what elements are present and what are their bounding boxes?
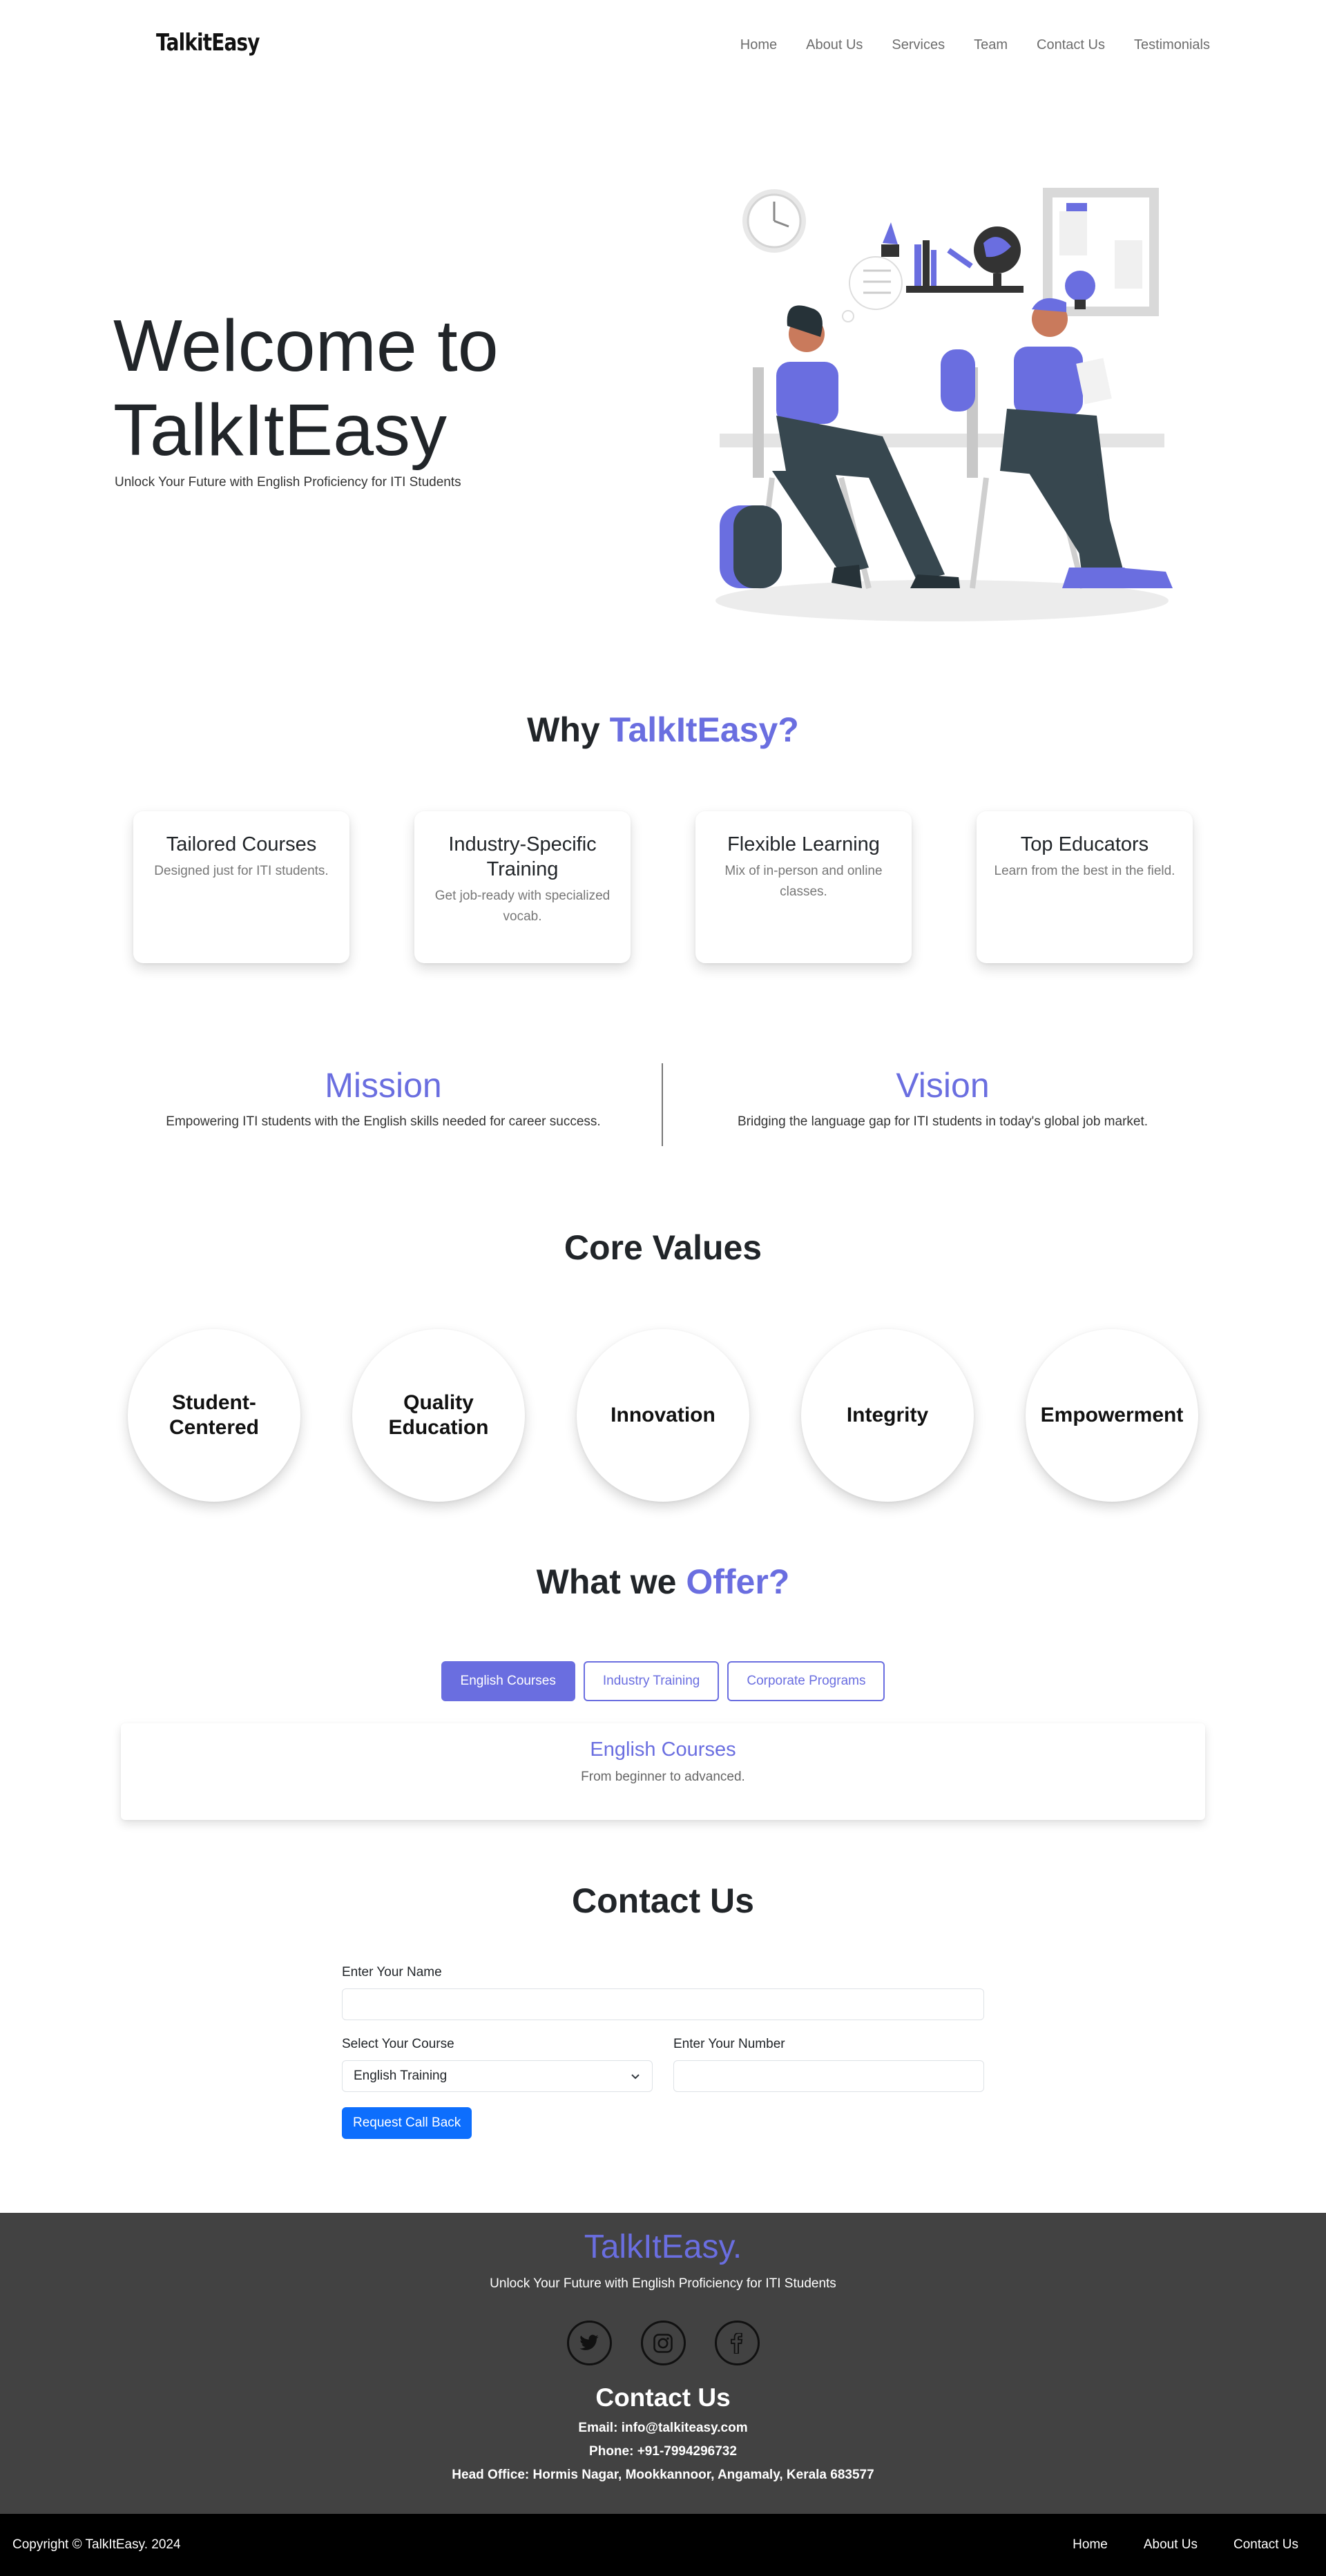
contact-form: Enter Your Name Select Your Course Engli… <box>342 1965 984 2139</box>
tab-industry-training[interactable]: Industry Training <box>583 1661 720 1701</box>
twitter-link[interactable] <box>566 2321 612 2365</box>
mission-block: Mission Empowering ITI students with the… <box>121 1062 646 1130</box>
core-value-empowerment: Empowerment <box>1026 1329 1198 1502</box>
hero-title-line1: Welcome to <box>113 305 499 387</box>
core-value-innovation: Innovation <box>577 1329 749 1502</box>
why-card-industry-specific: Industry-Specific Training Get job-ready… <box>414 811 631 963</box>
core-value-student-centered: Student-Centered <box>128 1329 300 1502</box>
why-card-text: Mix of in-person and online classes. <box>724 864 883 899</box>
offer-panel-title: English Courses <box>590 1739 736 1761</box>
hero-title: Welcome to TalkItEasy <box>113 304 638 472</box>
mission-vision-divider <box>662 1063 663 1146</box>
why-card-title: Industry-Specific Training <box>448 833 597 880</box>
navbar: TalkitEasy Home About Us Services Team C… <box>0 0 1326 93</box>
why-card-top-educators: Top Educators Learn from the best in the… <box>977 811 1193 963</box>
request-call-back-button[interactable]: Request Call Back <box>342 2107 472 2139</box>
offer-section-title: What we Offer? <box>0 1562 1326 1602</box>
offer-title-accent: Offer? <box>686 1562 790 1601</box>
footer-office: Head Office: Hormis Nagar, Mookkannoor, … <box>452 2468 874 2482</box>
why-title-plain: Why <box>527 710 610 749</box>
bottom-bar: Copyright © TalkItEasy. 2024 Home About … <box>0 2514 1326 2576</box>
footer-contact-title: Contact Us <box>595 2383 731 2412</box>
offer-title-plain: What we <box>536 1562 686 1601</box>
why-card-title: Tailored Courses <box>166 833 317 855</box>
mission-text: Empowering ITI students with the English… <box>166 1114 601 1129</box>
vision-title: Vision <box>896 1066 990 1105</box>
core-value-quality-education: Quality Education <box>352 1329 525 1502</box>
instagram-link[interactable] <box>640 2321 686 2365</box>
bottom-link-contact-us[interactable]: Contact Us <box>1233 2537 1298 2553</box>
bottom-link-about-us[interactable]: About Us <box>1144 2537 1198 2553</box>
number-column: Enter Your Number <box>673 2037 984 2092</box>
bottom-links: Home About Us Contact Us <box>1073 2537 1298 2553</box>
why-card-flexible-learning: Flexible Learning Mix of in-person and o… <box>695 811 912 963</box>
vision-text: Bridging the language gap for ITI studen… <box>737 1114 1149 1129</box>
core-value-integrity: Integrity <box>801 1329 974 1502</box>
why-card-title: Top Educators <box>1020 833 1149 855</box>
why-card-text: Learn from the best in the field. <box>994 864 1175 878</box>
course-label: Select Your Course <box>342 2037 454 2051</box>
number-label: Enter Your Number <box>673 2037 785 2051</box>
why-card-text: Get job-ready with specialized vocab. <box>434 889 611 924</box>
tab-corporate-programs[interactable]: Corporate Programs <box>727 1661 885 1701</box>
course-column: Select Your Course English Training <box>342 2037 653 2092</box>
why-card-title: Flexible Learning <box>727 833 880 855</box>
name-input[interactable] <box>342 1988 984 2020</box>
social-links <box>0 2321 1326 2365</box>
form-row: Select Your Course English Training Ente… <box>342 2037 984 2092</box>
footer: TalkItEasy. Unlock Your Future with Engl… <box>0 2213 1326 2514</box>
nav-link-about-us[interactable]: About Us <box>806 37 863 53</box>
twitter-icon <box>579 2334 599 2350</box>
why-card-text: Designed just for ITI students. <box>154 864 329 878</box>
copyright: Copyright © TalkItEasy. 2024 <box>12 2537 181 2552</box>
nav-links: Home About Us Services Team Contact Us T… <box>711 37 1210 53</box>
offer-tabs: English Courses Industry Training Corpor… <box>0 1661 1326 1701</box>
name-label: Enter Your Name <box>342 1965 442 1979</box>
why-title-accent: TalkItEasy? <box>609 710 799 749</box>
students-studying-illustration <box>715 188 1173 621</box>
footer-tagline: Unlock Your Future with English Proficie… <box>490 2276 836 2291</box>
nav-link-team[interactable]: Team <box>974 37 1008 53</box>
course-select-value: English Training <box>354 2069 448 2083</box>
chevron-down-icon <box>631 2074 640 2080</box>
hero-title-line2: TalkItEasy <box>113 389 448 471</box>
hero-subtitle: Unlock Your Future with English Proficie… <box>115 475 461 490</box>
contact-section-title: Contact Us <box>572 1881 754 1920</box>
footer-email[interactable]: Email: info@talkiteasy.com <box>0 2421 1326 2436</box>
vision-block: Vision Bridging the language gap for ITI… <box>680 1062 1205 1130</box>
offer-panel-text: From beginner to advanced. <box>581 1770 745 1784</box>
why-section-title: Why TalkItEasy? <box>0 710 1326 750</box>
number-input[interactable] <box>673 2060 984 2092</box>
facebook-icon <box>731 2332 743 2354</box>
core-values-title: Core Values <box>564 1228 762 1267</box>
footer-brand: TalkItEasy. <box>584 2229 742 2265</box>
course-select[interactable]: English Training <box>342 2060 653 2092</box>
mission-title: Mission <box>325 1066 442 1105</box>
offer-panel: English Courses From beginner to advance… <box>121 1723 1205 1820</box>
brand-logo[interactable]: TalkitEasy <box>156 29 260 57</box>
tab-english-courses[interactable]: English Courses <box>441 1661 575 1701</box>
why-cards: Tailored Courses Designed just for ITI s… <box>133 811 1193 963</box>
nav-link-home[interactable]: Home <box>740 37 777 53</box>
footer-phone[interactable]: Phone: +91-7994296732 <box>0 2444 1326 2459</box>
nav-link-contact-us[interactable]: Contact Us <box>1037 37 1105 53</box>
bottom-link-home[interactable]: Home <box>1073 2537 1108 2553</box>
facebook-link[interactable] <box>714 2321 760 2365</box>
nav-link-testimonials[interactable]: Testimonials <box>1134 37 1210 53</box>
nav-link-services[interactable]: Services <box>892 37 945 53</box>
why-card-tailored-courses: Tailored Courses Designed just for ITI s… <box>133 811 349 963</box>
instagram-icon <box>653 2333 673 2353</box>
